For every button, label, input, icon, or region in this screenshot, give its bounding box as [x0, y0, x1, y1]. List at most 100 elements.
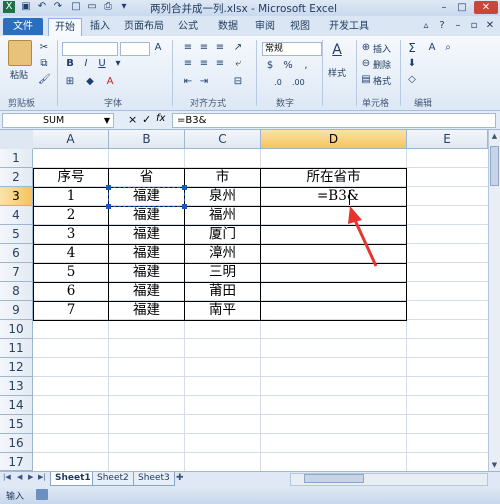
orientation-icon[interactable]: ↗: [232, 42, 244, 54]
tab-view[interactable]: 视图: [286, 18, 314, 35]
table-cell[interactable]: 福建: [109, 244, 184, 263]
reference-handle[interactable]: [106, 204, 111, 209]
reference-handle[interactable]: [182, 204, 187, 209]
undo-icon[interactable]: ↶: [36, 1, 48, 13]
increase-indent-icon[interactable]: ⇥: [198, 76, 210, 88]
sheet-tab-sheet3[interactable]: Sheet3: [133, 472, 175, 486]
window-restore-icon[interactable]: ▫: [468, 20, 480, 32]
cut-icon[interactable]: ✂: [38, 42, 50, 54]
delete-cells-icon[interactable]: ⊖: [360, 58, 372, 70]
last-sheet-icon[interactable]: ▶|: [38, 473, 46, 481]
column-header-e[interactable]: E: [407, 130, 488, 149]
next-sheet-icon[interactable]: ▶: [28, 473, 33, 481]
row-header-5[interactable]: 5: [0, 225, 33, 244]
merge-cells-icon[interactable]: ⊟: [232, 76, 244, 88]
redo-icon[interactable]: ↷: [52, 1, 64, 13]
underline-button[interactable]: U: [96, 58, 108, 70]
insert-cells-icon[interactable]: ⊕: [360, 42, 372, 54]
borders-icon[interactable]: ⊞: [64, 76, 76, 88]
fill-color-icon[interactable]: ◆: [84, 76, 96, 88]
row-header-16[interactable]: 16: [0, 434, 33, 453]
table-cell[interactable]: 6: [34, 282, 108, 301]
increase-decimal-icon[interactable]: .0: [272, 77, 284, 89]
styles-icon[interactable]: A: [328, 42, 346, 60]
scroll-down-icon[interactable]: ▼: [490, 461, 499, 470]
macro-record-icon[interactable]: [36, 489, 48, 500]
row-header-14[interactable]: 14: [0, 396, 33, 415]
delete-cells-label[interactable]: 删除: [373, 58, 391, 71]
table-cell[interactable]: 泉州: [185, 187, 260, 206]
insert-cells-label[interactable]: 插入: [373, 42, 391, 55]
window-min-icon[interactable]: –: [452, 20, 464, 32]
active-edit-cell[interactable]: =B3&: [261, 187, 406, 206]
insert-sheet-icon[interactable]: ✚: [176, 473, 188, 484]
row-header-13[interactable]: 13: [0, 377, 33, 396]
tab-data[interactable]: 数据: [214, 18, 242, 35]
table-cell[interactable]: 厦门: [185, 225, 260, 244]
print-icon[interactable]: ⎙: [102, 1, 114, 13]
reference-handle[interactable]: [106, 185, 111, 190]
window-close-icon[interactable]: ✕: [484, 20, 496, 32]
table-cell[interactable]: 福建: [109, 282, 184, 301]
align-center-icon[interactable]: ≡: [198, 58, 210, 70]
header-cell-location[interactable]: 所在省市: [261, 168, 406, 187]
table-cell[interactable]: 福建: [109, 225, 184, 244]
row-header-11[interactable]: 11: [0, 339, 33, 358]
table-cell[interactable]: 福建: [109, 206, 184, 225]
row-header-9[interactable]: 9: [0, 301, 33, 320]
italic-button[interactable]: I: [80, 58, 92, 70]
number-format-combo[interactable]: 常规: [262, 42, 322, 56]
select-all-corner[interactable]: [0, 130, 34, 150]
tab-review[interactable]: 审阅: [251, 18, 279, 35]
tab-file[interactable]: 文件: [3, 18, 43, 35]
sort-filter-button[interactable]: A: [426, 42, 438, 54]
grow-font-icon[interactable]: A: [152, 42, 164, 54]
help-icon[interactable]: ?: [436, 20, 448, 32]
row-header-8[interactable]: 8: [0, 282, 33, 301]
row-header-10[interactable]: 10: [0, 320, 33, 339]
name-box[interactable]: SUM ▼: [2, 113, 114, 128]
font-color-icon[interactable]: A: [104, 76, 116, 88]
table-cell[interactable]: 7: [34, 301, 108, 320]
align-top-icon[interactable]: ≡: [182, 42, 194, 54]
maximize-button[interactable]: □: [454, 1, 470, 14]
sheet-tab-sheet2[interactable]: Sheet2: [92, 472, 134, 486]
new-icon[interactable]: □: [70, 1, 82, 13]
first-sheet-icon[interactable]: |◀: [3, 473, 11, 481]
comma-button[interactable]: ,: [300, 60, 312, 72]
tab-home[interactable]: 开始: [48, 18, 82, 36]
align-right-icon[interactable]: ≡: [214, 58, 226, 70]
row-header-2[interactable]: 2: [0, 168, 33, 187]
format-cells-label[interactable]: 格式: [373, 74, 391, 87]
autosum-button[interactable]: Σ: [406, 42, 418, 54]
cancel-formula-button[interactable]: ×: [128, 113, 137, 126]
row-header-1[interactable]: 1: [0, 149, 33, 168]
row-header-15[interactable]: 15: [0, 415, 33, 434]
fill-icon[interactable]: ⬇: [406, 58, 418, 70]
tab-page-layout[interactable]: 页面布局: [120, 18, 168, 35]
column-header-d[interactable]: D: [261, 130, 407, 149]
table-cell[interactable]: 4: [34, 244, 108, 263]
row-header-17[interactable]: 17: [0, 453, 33, 471]
column-header-a[interactable]: A: [33, 130, 109, 149]
format-painter-icon[interactable]: 🖌: [38, 74, 51, 86]
decrease-decimal-icon[interactable]: .00: [292, 77, 305, 89]
format-cells-icon[interactable]: ▤: [360, 74, 372, 86]
font-size-combo[interactable]: [120, 42, 150, 56]
row-header-6[interactable]: 6: [0, 244, 33, 263]
ribbon-collapse-icon[interactable]: ▵: [420, 20, 432, 32]
header-cell-seq[interactable]: 序号: [34, 168, 108, 187]
header-cell-province[interactable]: 省: [109, 168, 184, 187]
insert-function-button[interactable]: fx: [156, 113, 165, 124]
scrollbar-thumb[interactable]: [490, 146, 499, 186]
reference-handle[interactable]: [182, 185, 187, 190]
table-cell[interactable]: 3: [34, 225, 108, 244]
table-cell[interactable]: 5: [34, 263, 108, 282]
find-select-icon[interactable]: ⌕: [442, 42, 454, 54]
row-header-7[interactable]: 7: [0, 263, 33, 282]
table-cell[interactable]: 福建: [109, 263, 184, 282]
paste-button-label[interactable]: 粘贴: [10, 68, 28, 81]
copy-icon[interactable]: ⧉: [38, 58, 50, 70]
open-icon[interactable]: ▭: [86, 1, 98, 13]
decrease-indent-icon[interactable]: ⇤: [182, 76, 194, 88]
